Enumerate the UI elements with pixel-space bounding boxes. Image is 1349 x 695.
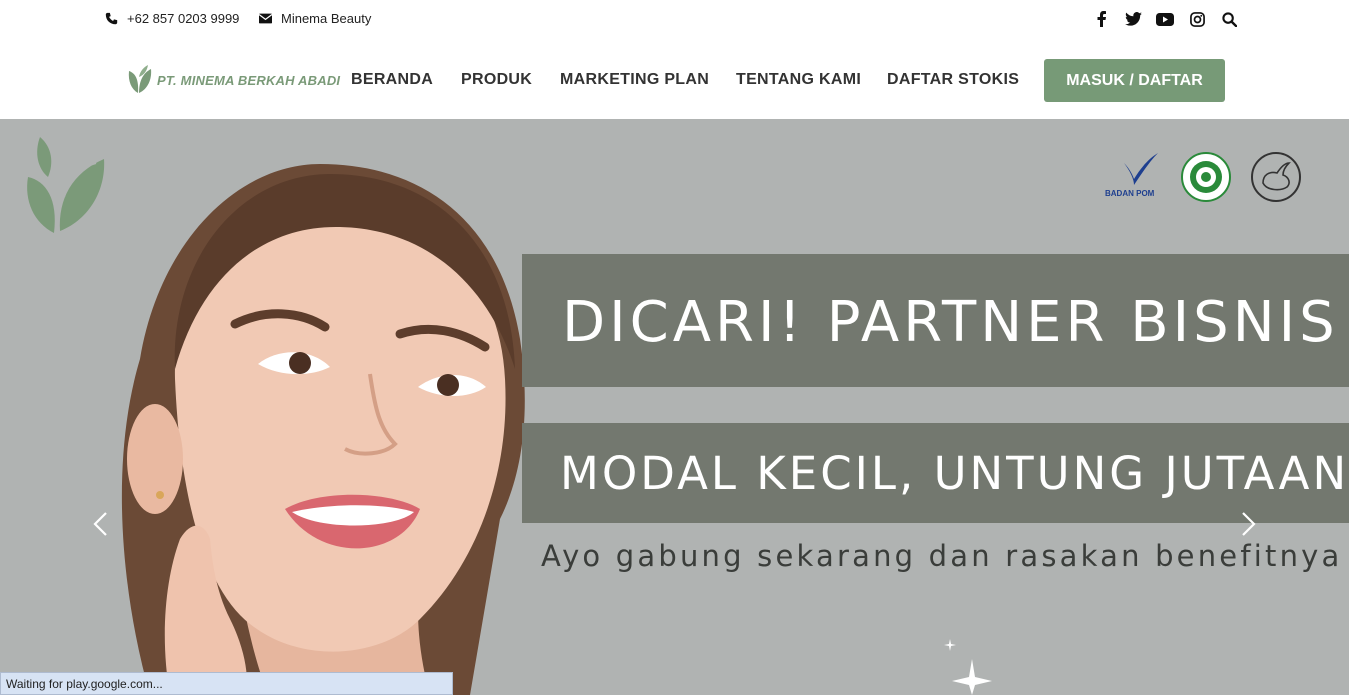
halal-badge-icon bbox=[1181, 152, 1231, 202]
phone-icon bbox=[105, 12, 118, 25]
brand-name: PT. MINEMA BERKAH ABADI bbox=[157, 72, 341, 88]
nav-item-beranda[interactable]: BERANDA bbox=[351, 71, 433, 89]
top-bar: +62 857 0203 9999 Minema Beauty bbox=[0, 0, 1349, 38]
instagram-icon[interactable] bbox=[1181, 10, 1213, 28]
login-register-button[interactable]: MASUK / DAFTAR bbox=[1044, 59, 1225, 102]
bpom-label: BADAN POM bbox=[1105, 189, 1155, 198]
subheadline-text: MODAL KECIL, UNTUNG JUTAAN bbox=[560, 447, 1349, 500]
headline-banner: DICARI! PARTNER BISNIS bbox=[522, 254, 1349, 387]
youtube-icon[interactable] bbox=[1149, 10, 1181, 28]
phone-contact[interactable]: +62 857 0203 9999 bbox=[105, 11, 239, 26]
email-contact[interactable]: Minema Beauty bbox=[259, 11, 371, 26]
model-face-illustration bbox=[121, 164, 525, 695]
main-navigation: PT. MINEMA BERKAH ABADI BERANDA PRODUK M… bbox=[0, 38, 1349, 119]
envelope-icon bbox=[259, 13, 272, 24]
hero-slider: BADAN POM DICARI! PARTNER BISNIS MODAL K… bbox=[0, 119, 1349, 695]
hero-tagline: Ayo gabung sekarang dan rasakan benefitn… bbox=[541, 539, 1343, 573]
carousel-next-arrow[interactable] bbox=[1233, 509, 1263, 539]
subheadline-banner: MODAL KECIL, UNTUNG JUTAAN bbox=[522, 423, 1349, 523]
twitter-icon[interactable] bbox=[1117, 10, 1149, 28]
nav-item-daftar-stokis[interactable]: DAFTAR STOKIS bbox=[887, 71, 1019, 89]
brand-logo[interactable]: PT. MINEMA BERKAH ABADI bbox=[127, 63, 340, 97]
leaf-logo-icon bbox=[128, 65, 152, 93]
browser-status-bar: Waiting for play.google.com... bbox=[0, 672, 453, 695]
social-links bbox=[1085, 10, 1245, 28]
email-label: Minema Beauty bbox=[281, 11, 372, 26]
cruelty-free-badge-icon bbox=[1251, 152, 1301, 202]
sparkle-icon bbox=[944, 639, 992, 695]
phone-number: +62 857 0203 9999 bbox=[127, 11, 240, 26]
nav-item-tentang-kami[interactable]: TENTANG KAMI bbox=[736, 71, 861, 89]
search-icon[interactable] bbox=[1213, 10, 1245, 28]
headline-text: DICARI! PARTNER BISNIS bbox=[562, 290, 1339, 355]
chevron-left-icon bbox=[93, 512, 107, 536]
badan-pom-badge: BADAN POM bbox=[1104, 149, 1162, 204]
carousel-prev-arrow[interactable] bbox=[86, 509, 116, 539]
chevron-right-icon bbox=[1242, 512, 1256, 536]
nav-item-marketing-plan[interactable]: MARKETING PLAN bbox=[560, 71, 709, 89]
facebook-icon[interactable] bbox=[1085, 10, 1117, 28]
nav-item-produk[interactable]: PRODUK bbox=[461, 71, 532, 89]
